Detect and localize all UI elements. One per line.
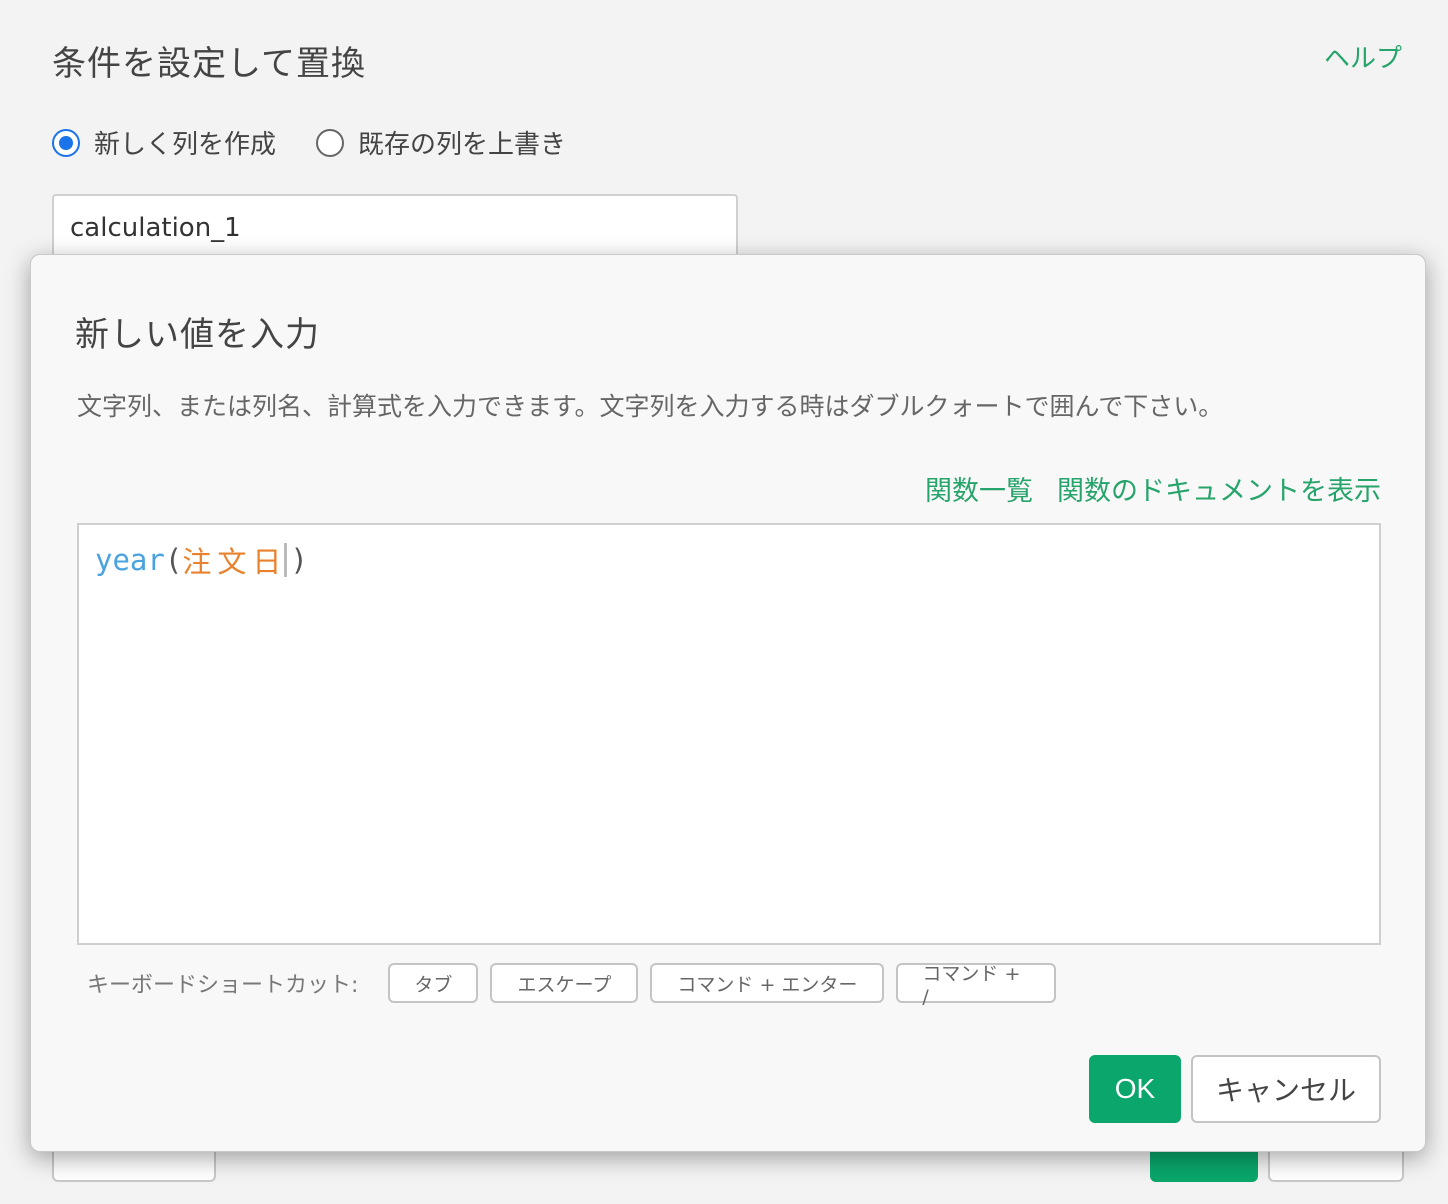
shortcuts-label: キーボードショートカット: (87, 973, 359, 998)
expression-editor[interactable]: year ( 注文日 ) (77, 523, 1381, 945)
function-docs-link[interactable]: 関数のドキュメントを表示 (1057, 469, 1381, 508)
new-value-modal: 新しい値を入力 文字列、または列名、計算式を入力できます。文字列を入力する時はダ… (30, 254, 1426, 1152)
radio-unchecked-icon[interactable] (316, 128, 345, 157)
function-links: 関数一覧 関数のドキュメントを表示 (925, 469, 1381, 508)
cancel-button[interactable]: キャンセル (1191, 1055, 1381, 1123)
shortcut-command-slash: コマンド + / (896, 963, 1057, 1008)
ok-button[interactable]: OK (1089, 1055, 1181, 1123)
function-list-link[interactable]: 関数一覧 (925, 469, 1033, 508)
modal-title: 新しい値を入力 (75, 315, 320, 355)
radio-create-new-column[interactable]: 新しく列を作成 (52, 124, 276, 161)
shortcut-escape: エスケープ (490, 963, 639, 1003)
shortcut-tab: タブ (388, 963, 479, 1003)
help-link[interactable]: ヘルプ (1324, 38, 1402, 75)
radio-label: 新しく列を作成 (94, 130, 277, 160)
column-mode-radio-group: 新しく列を作成 既存の列を上書き (52, 124, 606, 161)
text-caret (284, 543, 288, 577)
code-line: year ( 注文日 ) (95, 539, 308, 581)
open-paren-token: ( (164, 543, 183, 577)
shortcut-command-enter: コマンド + エンター (650, 963, 885, 1003)
page-title: 条件を設定して置換 (52, 44, 366, 84)
modal-description: 文字列、または列名、計算式を入力できます。文字列を入力する時はダブルクォートで囲… (77, 392, 1224, 421)
radio-checked-icon[interactable] (52, 128, 80, 157)
radio-label: 既存の列を上書き (358, 130, 567, 160)
radio-overwrite-column[interactable]: 既存の列を上書き (316, 124, 566, 161)
column-token: 注文日 (182, 545, 288, 579)
keyboard-shortcuts: キーボードショートカット: タブ エスケープ コマンド + エンター コマンド … (87, 963, 1068, 1008)
function-token: year (95, 543, 165, 577)
close-paren-token: ) (290, 543, 308, 577)
